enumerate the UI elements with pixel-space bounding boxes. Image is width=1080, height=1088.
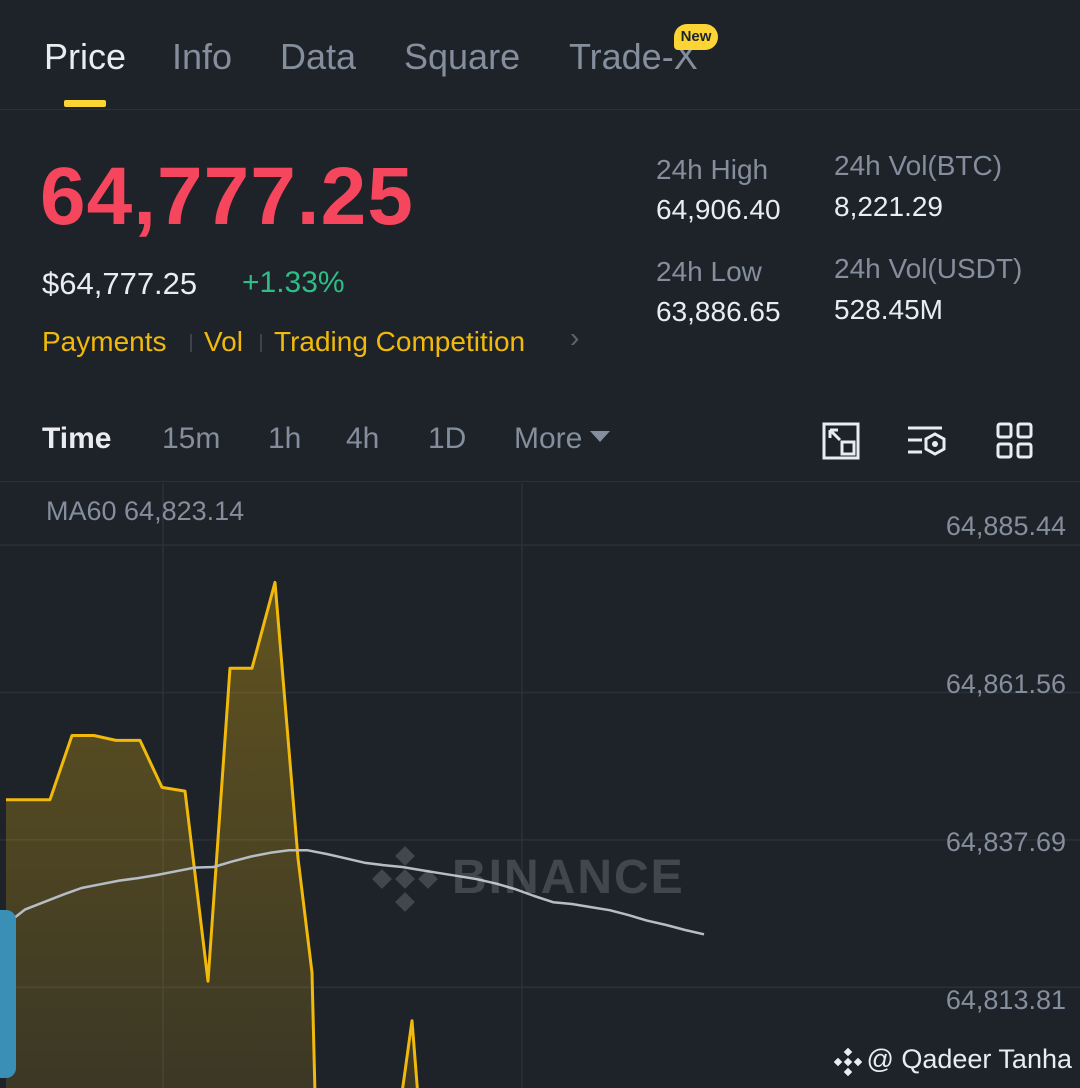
binance-square-icon	[834, 1048, 863, 1076]
interval-bar: Time 15m 1h 4h 1D More	[0, 410, 1080, 482]
caret-down-icon	[590, 431, 611, 442]
usd-price: $64,777.25	[42, 266, 198, 301]
tab-data[interactable]: Data	[280, 36, 356, 78]
fullscreen-icon[interactable]	[820, 420, 862, 462]
chevron-right-icon[interactable]: ›	[570, 322, 579, 354]
indicator-settings-icon[interactable]	[906, 420, 948, 462]
new-badge: New	[674, 24, 718, 50]
side-drawer-handle[interactable]	[0, 910, 16, 1078]
y-tick-label: 64,885.44	[945, 511, 1066, 541]
price-chart[interactable]	[0, 483, 1080, 1088]
tag-divider	[260, 334, 262, 352]
ma60-label: MA60 64,823.14	[46, 496, 245, 526]
vol-btc-label: 24h Vol(BTC)	[834, 150, 1003, 181]
watermark-text: BINANCE	[452, 851, 685, 904]
grid-layout-icon[interactable]	[994, 420, 1036, 462]
vol-usdt-value: 528.45M	[834, 294, 943, 325]
high-label: 24h High	[656, 154, 769, 185]
interval-1h[interactable]: 1h	[268, 422, 301, 456]
binance-watermark: BINANCE	[372, 846, 683, 912]
interval-4h[interactable]: 4h	[346, 422, 379, 456]
credit-label: @ Qadeer Tanha	[866, 1044, 1072, 1074]
interval-more[interactable]: More	[514, 422, 611, 456]
vol-btc-value: 8,221.29	[834, 191, 943, 222]
interval-1d[interactable]: 1D	[428, 422, 466, 456]
tag-vol[interactable]: Vol	[204, 326, 243, 358]
top-tab-bar: Price Info Data Square Trade-X New	[0, 0, 1080, 110]
high-value: 64,906.40	[656, 194, 781, 225]
low-label: 24h Low	[656, 256, 762, 287]
low-value: 63,886.65	[656, 296, 781, 327]
y-tick-label: 64,813.81	[945, 985, 1066, 1015]
more-label: More	[514, 422, 583, 455]
y-tick-label: 64,861.56	[945, 669, 1066, 699]
last-price: 64,777.25	[40, 151, 414, 242]
active-tab-indicator	[64, 100, 106, 107]
interval-time[interactable]: Time	[42, 422, 111, 456]
price-area	[6, 582, 420, 1088]
tag-trading-competition[interactable]: Trading Competition	[274, 326, 525, 358]
chart-canvas	[0, 483, 1080, 1088]
y-tick-label: 64,837.69	[945, 827, 1066, 857]
interval-15m[interactable]: 15m	[162, 422, 220, 456]
vol-usdt-label: 24h Vol(USDT)	[834, 253, 1023, 284]
tab-info[interactable]: Info	[172, 36, 232, 78]
price-change-percent: +1.33%	[242, 266, 345, 299]
tab-price[interactable]: Price	[44, 36, 126, 78]
tag-payments[interactable]: Payments	[42, 326, 167, 358]
tag-divider	[190, 334, 192, 352]
binance-logo-icon	[372, 846, 438, 912]
credit-text: @ Qadeer Tanha	[834, 1044, 1072, 1076]
tab-square[interactable]: Square	[404, 36, 520, 78]
